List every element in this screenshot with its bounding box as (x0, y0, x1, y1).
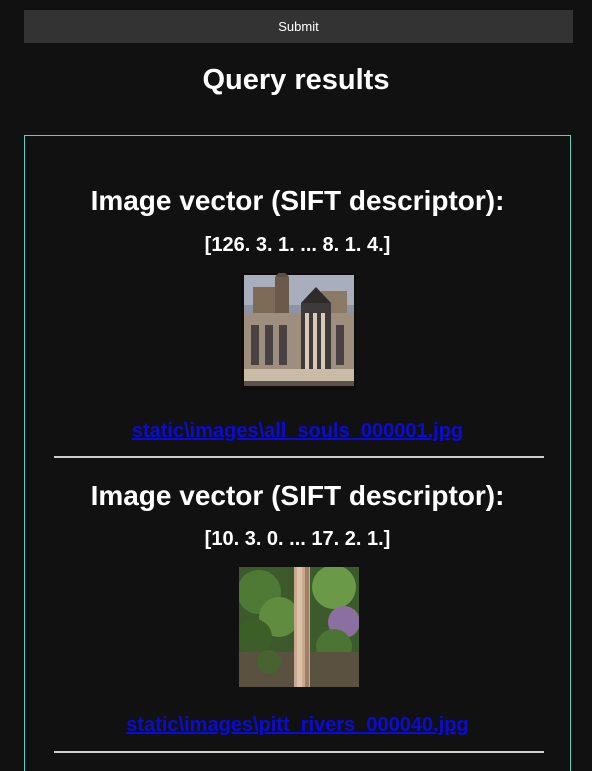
building-image (241, 273, 356, 390)
result-heading: Image vector (SIFT descriptor): (90, 480, 505, 511)
result-vector: [126. 3. 1. ... 8. 1. 4.] (204, 234, 391, 256)
result-file-link[interactable]: static\images\all_souls_000001.jpg (25, 419, 570, 443)
result-file-link[interactable]: static\images\pitt_rivers_000040.jpg (25, 713, 570, 737)
result-image (239, 567, 359, 687)
results-container: Image vector (SIFT descriptor): [126. 3.… (24, 135, 571, 771)
result-heading: Image vector (SIFT descriptor): (90, 185, 505, 216)
result-vector: [10. 3. 0. ... 17. 2. 1.] (204, 528, 391, 550)
tree-image (239, 567, 359, 687)
submit-button[interactable]: Submit (24, 10, 573, 43)
result-image (241, 273, 356, 390)
result-divider (54, 751, 544, 753)
result-divider (54, 456, 544, 458)
page: Submit Query results Image vector (SIFT … (0, 0, 592, 771)
results-title: Query results (202, 64, 390, 96)
